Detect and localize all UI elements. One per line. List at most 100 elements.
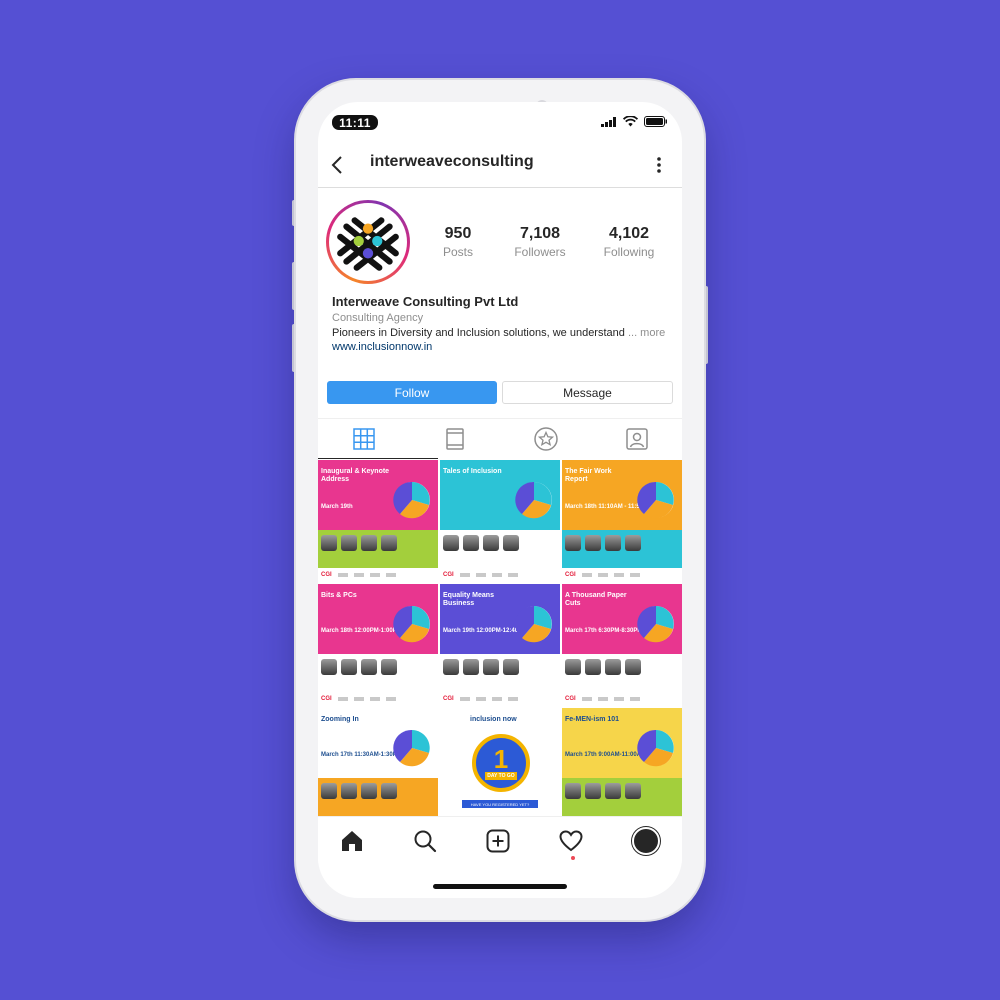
speaker-row bbox=[443, 535, 519, 551]
speaker-photo bbox=[483, 535, 499, 551]
post-thumbnail[interactable]: inclusion now 1 DAY TO GO HAVE YOU REGISTER… bbox=[440, 708, 560, 830]
interweave-logo-icon bbox=[337, 217, 399, 271]
post-header-panel: Tales of Inclusion bbox=[440, 460, 560, 530]
nav-profile[interactable] bbox=[632, 827, 660, 855]
post-thumbnail[interactable]: Zooming InMarch 17th 11:30AM-1:30PMCGI bbox=[318, 708, 438, 830]
nav-home[interactable] bbox=[338, 827, 366, 855]
tab-tagged[interactable] bbox=[591, 419, 682, 459]
sponsor-logo bbox=[337, 573, 348, 577]
profile-bio: Interweave Consulting Pvt Ltd Consulting… bbox=[332, 294, 672, 353]
more-options-icon[interactable] bbox=[656, 156, 662, 174]
illustration-icon bbox=[393, 729, 430, 767]
post-date: March 17th 6:30PM-8:30PM bbox=[565, 628, 643, 634]
speaker-photo bbox=[381, 783, 397, 799]
stat-posts[interactable]: 950 Posts bbox=[418, 225, 498, 259]
sponsor-cgi: CGI bbox=[565, 572, 576, 578]
signal-icon bbox=[601, 116, 616, 127]
post-header-panel: Zooming In March 17th 11:30AM-1:30PM bbox=[318, 708, 438, 778]
bio-website-link[interactable]: www.inclusionnow.in bbox=[332, 341, 672, 353]
nav-activity[interactable] bbox=[557, 827, 585, 855]
sponsor-cgi: CGI bbox=[443, 572, 454, 578]
profile-username: interweaveconsulting bbox=[370, 153, 534, 170]
back-icon[interactable] bbox=[328, 154, 348, 176]
speaker-photo bbox=[605, 783, 621, 799]
speaker-photo bbox=[625, 783, 641, 799]
bio-more-link[interactable]: ... more bbox=[628, 327, 665, 339]
post-speakers-panel bbox=[440, 654, 560, 692]
phone-screen: 11:11 interweaveconsulting 950 Posts 7,1… bbox=[318, 102, 682, 898]
profile-header: interweaveconsulting bbox=[318, 142, 682, 188]
speaker-photo bbox=[381, 535, 397, 551]
post-thumbnail[interactable]: Tales of Inclusion CGI bbox=[440, 460, 560, 582]
speaker-photo bbox=[585, 783, 601, 799]
speaker-photo bbox=[503, 535, 519, 551]
post-sponsor-strip: CGI bbox=[440, 692, 560, 706]
sponsor-logo bbox=[491, 697, 502, 701]
post-thumbnail[interactable]: A Thousand Paper Cuts March 17th 6:30PM-8… bbox=[562, 584, 682, 706]
phone-frame: 11:11 interweaveconsulting 950 Posts 7,1… bbox=[296, 80, 704, 920]
stat-following[interactable]: 4,102 Following bbox=[589, 225, 669, 259]
tab-igtv[interactable] bbox=[409, 419, 500, 459]
speaker-row bbox=[565, 783, 641, 799]
speaker-photo bbox=[321, 783, 337, 799]
speaker-photo bbox=[463, 659, 479, 675]
sponsor-logo bbox=[369, 697, 380, 701]
featured-icon bbox=[533, 427, 558, 451]
countdown-number: 1 bbox=[493, 744, 509, 774]
sponsor-logo bbox=[385, 697, 396, 701]
sponsor-logo bbox=[459, 697, 470, 701]
sponsor-logo bbox=[385, 573, 396, 577]
countdown-footer: HAVE YOU REGISTERED YET? bbox=[462, 800, 538, 808]
tab-grid[interactable] bbox=[318, 419, 409, 459]
post-speakers-panel bbox=[318, 654, 438, 692]
speaker-row bbox=[565, 659, 641, 675]
speaker-row bbox=[321, 783, 397, 799]
sponsor-cgi: CGI bbox=[321, 572, 332, 578]
avatar-logo bbox=[329, 203, 407, 281]
follow-button[interactable]: Follow bbox=[327, 381, 497, 404]
nav-new-post[interactable] bbox=[484, 827, 512, 855]
speaker-photo bbox=[361, 659, 377, 675]
post-title: Zooming In bbox=[321, 716, 359, 723]
speaker-photo bbox=[625, 659, 641, 675]
post-title: Tales of Inclusion bbox=[443, 468, 502, 475]
sponsor-logo bbox=[353, 697, 364, 701]
countdown-sub: DAY TO GO bbox=[485, 772, 517, 780]
stat-posts-value: 950 bbox=[444, 225, 472, 242]
post-title: A Thousand Paper Cuts bbox=[565, 592, 627, 607]
post-thumbnail[interactable]: Inaugural & Keynote Address March 19th CGI bbox=[318, 460, 438, 582]
sponsor-logo bbox=[629, 697, 640, 701]
sponsor-logo bbox=[475, 573, 486, 577]
post-speakers-panel bbox=[318, 530, 438, 568]
post-thumbnail[interactable]: Bits & PCs March 18th 12:00PM-1:00PM CGI bbox=[318, 584, 438, 706]
profile-avatar[interactable] bbox=[326, 200, 410, 284]
post-header-panel: A Thousand Paper Cuts March 17th 6:30PM-8… bbox=[562, 584, 682, 654]
home-indicator[interactable] bbox=[433, 884, 567, 889]
speaker-photo bbox=[565, 783, 581, 799]
nav-search[interactable] bbox=[411, 827, 439, 855]
speaker-row bbox=[321, 535, 397, 551]
post-header-panel: Bits & PCs March 18th 12:00PM-1:00PM bbox=[318, 584, 438, 654]
home-icon bbox=[342, 831, 362, 851]
speaker-photo bbox=[463, 535, 479, 551]
stat-followers[interactable]: 7,108 Followers bbox=[500, 225, 580, 259]
profile-icon bbox=[632, 827, 660, 855]
sponsor-logo bbox=[507, 573, 518, 577]
post-thumbnail[interactable]: Equality Means Business March 19th 12:00P… bbox=[440, 584, 560, 706]
post-header-panel: Fe-MEN-ism 101 March 17th 9:00AM-11:00AM bbox=[562, 708, 682, 778]
tab-featured[interactable] bbox=[500, 419, 591, 459]
sponsor-logo bbox=[597, 697, 608, 701]
bottom-nav bbox=[318, 816, 682, 864]
message-button[interactable]: Message bbox=[502, 381, 673, 404]
post-thumbnail[interactable]: Fe-MEN-ism 101March 17th 9:00AM-11:00AMC… bbox=[562, 708, 682, 830]
post-sponsor-strip: CGI bbox=[562, 568, 682, 582]
post-speakers-panel bbox=[562, 778, 682, 816]
speaker-photo bbox=[361, 783, 377, 799]
post-thumbnail[interactable]: The Fair Work Report March 18th 11:10AM -… bbox=[562, 460, 682, 582]
speaker-photo bbox=[565, 659, 581, 675]
speaker-photo bbox=[483, 659, 499, 675]
speaker-row bbox=[321, 659, 397, 675]
speaker-photo bbox=[565, 535, 581, 551]
post-title: Equality Means Business bbox=[443, 592, 494, 607]
speaker-photo bbox=[503, 659, 519, 675]
